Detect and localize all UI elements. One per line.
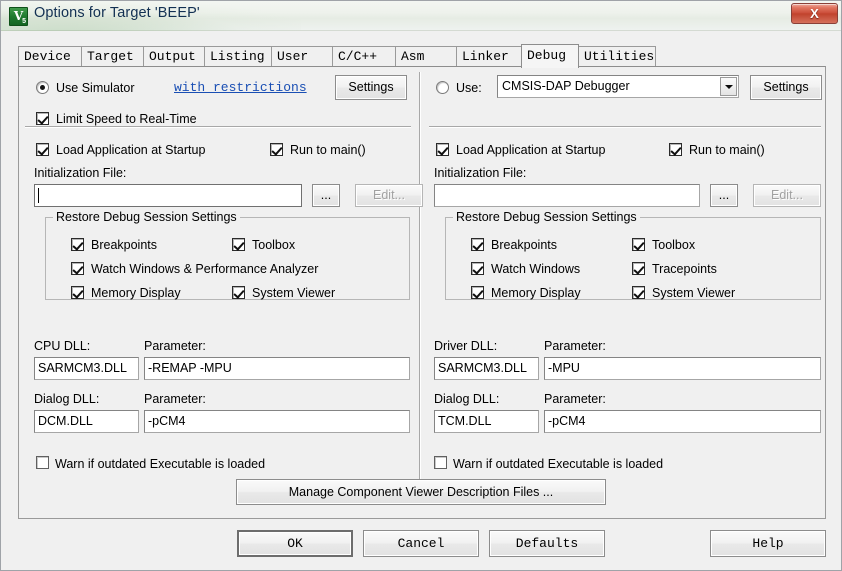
tab-debug[interactable]: Debug — [521, 44, 579, 68]
left-warn-outdated-checkbox[interactable] — [36, 456, 49, 469]
left-run-to-main-label: Run to main() — [290, 143, 366, 157]
right-system-viewer-checkbox[interactable] — [632, 286, 645, 299]
driver-param-label: Parameter: — [544, 339, 606, 353]
right-watch-windows-label: Watch Windows — [491, 262, 581, 276]
tab-utilities[interactable]: Utilities — [578, 46, 656, 67]
right-breakpoints-checkbox[interactable] — [471, 238, 484, 251]
tab-c-cpp[interactable]: C/C++ — [332, 46, 396, 67]
left-init-file-label: Initialization File: — [34, 166, 127, 180]
left-memory-display-checkbox[interactable] — [71, 286, 84, 299]
right-tracepoints-checkbox[interactable] — [632, 262, 645, 275]
debugger-settings-button[interactable]: Settings — [750, 75, 822, 100]
cpu-dll-label: CPU DLL: — [34, 339, 91, 353]
right-init-file-input[interactable] — [434, 184, 700, 207]
right-divider-1 — [429, 126, 821, 128]
limit-speed-label: Limit Speed to Real-Time — [56, 112, 197, 126]
cpu-param-label: Parameter: — [144, 339, 206, 353]
left-breakpoints-label: Breakpoints — [91, 238, 158, 252]
cancel-button[interactable]: Cancel — [363, 530, 479, 557]
left-init-file-caret — [38, 188, 39, 203]
left-load-app-checkbox[interactable] — [36, 143, 49, 156]
right-init-file-label: Initialization File: — [434, 166, 527, 180]
right-tracepoints-label: Tracepoints — [652, 262, 717, 276]
options-dialog: V 5 Options for Target 'BEEP' X Device T… — [0, 0, 842, 571]
debug-tab-page: Use Simulator with restrictions Settings… — [18, 66, 826, 519]
right-watch-windows-checkbox[interactable] — [471, 262, 484, 275]
left-system-viewer-label: System Viewer — [252, 286, 336, 300]
tab-user[interactable]: User — [271, 46, 333, 67]
left-load-app-label: Load Application at Startup — [56, 143, 206, 157]
right-restore-session-title: Restore Debug Session Settings — [453, 210, 640, 224]
right-memory-display-label: Memory Display — [491, 286, 581, 300]
tab-listing[interactable]: Listing — [204, 46, 272, 67]
left-toolbox-label: Toolbox — [252, 238, 296, 252]
left-init-file-input[interactable] — [34, 184, 302, 207]
right-memory-display-checkbox[interactable] — [471, 286, 484, 299]
left-edit-button[interactable]: Edit... — [355, 184, 423, 207]
use-debugger-label: Use: — [456, 81, 482, 95]
left-breakpoints-checkbox[interactable] — [71, 238, 84, 251]
left-restore-session-title: Restore Debug Session Settings — [53, 210, 240, 224]
limit-speed-checkbox[interactable] — [36, 112, 49, 125]
left-dialog-param-input[interactable]: -pCM4 — [144, 410, 410, 433]
tab-linker[interactable]: Linker — [456, 46, 522, 67]
window-title: Options for Target 'BEEP' — [34, 5, 200, 21]
cpu-dll-input[interactable]: SARMCM3.DLL — [34, 357, 139, 380]
debugger-select[interactable]: CMSIS-DAP Debugger — [497, 75, 739, 98]
right-run-to-main-checkbox[interactable] — [669, 143, 682, 156]
right-load-app-label: Load Application at Startup — [456, 143, 606, 157]
driver-param-input[interactable]: -MPU — [544, 357, 821, 380]
left-watch-windows-checkbox[interactable] — [71, 262, 84, 275]
driver-dll-label: Driver DLL: — [434, 339, 498, 353]
cpu-param-input[interactable]: -REMAP -MPU — [144, 357, 410, 380]
close-icon: X — [810, 6, 819, 21]
tab-device[interactable]: Device — [18, 46, 82, 67]
right-browse-button[interactable]: ... — [710, 184, 738, 207]
tab-strip: Device Target Output Listing User C/C++ … — [18, 44, 826, 68]
use-simulator-label: Use Simulator — [56, 81, 135, 95]
tab-target[interactable]: Target — [81, 46, 144, 67]
with-restrictions-link[interactable]: with restrictions — [174, 81, 307, 95]
left-memory-display-label: Memory Display — [91, 286, 181, 300]
left-system-viewer-checkbox[interactable] — [232, 286, 245, 299]
left-dialog-dll-label: Dialog DLL: — [34, 392, 100, 406]
title-bar: V 5 Options for Target 'BEEP' X — [1, 1, 841, 31]
panel-divider — [419, 72, 421, 484]
left-browse-button[interactable]: ... — [312, 184, 340, 207]
right-toolbox-label: Toolbox — [652, 238, 696, 252]
close-button[interactable]: X — [791, 3, 838, 24]
tab-output[interactable]: Output — [143, 46, 205, 67]
uvision-app-icon: V 5 — [9, 7, 28, 26]
right-system-viewer-label: System Viewer — [652, 286, 736, 300]
right-dialog-param-label: Parameter: — [544, 392, 606, 406]
right-warn-outdated-label: Warn if outdated Executable is loaded — [453, 457, 664, 471]
right-warn-outdated-checkbox[interactable] — [434, 456, 447, 469]
right-toolbox-checkbox[interactable] — [632, 238, 645, 251]
left-dialog-dll-input[interactable]: DCM.DLL — [34, 410, 139, 433]
use-simulator-radio[interactable] — [36, 81, 49, 94]
uvision-icon-version: 5 — [22, 18, 26, 25]
manage-component-viewer-button[interactable]: Manage Component Viewer Description File… — [236, 479, 606, 505]
right-dialog-param-input[interactable]: -pCM4 — [544, 410, 821, 433]
left-toolbox-checkbox[interactable] — [232, 238, 245, 251]
left-watch-windows-label: Watch Windows & Performance Analyzer — [91, 262, 319, 276]
left-warn-outdated-label: Warn if outdated Executable is loaded — [55, 457, 266, 471]
right-edit-button[interactable]: Edit... — [753, 184, 821, 207]
driver-dll-input[interactable]: SARMCM3.DLL — [434, 357, 539, 380]
right-dialog-dll-label: Dialog DLL: — [434, 392, 500, 406]
right-breakpoints-label: Breakpoints — [491, 238, 558, 252]
simulator-settings-button[interactable]: Settings — [335, 75, 407, 100]
use-debugger-radio[interactable] — [436, 81, 449, 94]
ok-button[interactable]: OK — [237, 530, 353, 557]
chevron-down-icon[interactable] — [720, 77, 737, 96]
defaults-button[interactable]: Defaults — [489, 530, 605, 557]
right-dialog-dll-input[interactable]: TCM.DLL — [434, 410, 539, 433]
left-run-to-main-checkbox[interactable] — [270, 143, 283, 156]
help-button[interactable]: Help — [710, 530, 826, 557]
right-load-app-checkbox[interactable] — [436, 143, 449, 156]
left-dialog-param-label: Parameter: — [144, 392, 206, 406]
left-divider-1 — [25, 126, 411, 128]
tab-asm[interactable]: Asm — [395, 46, 457, 67]
right-run-to-main-label: Run to main() — [689, 143, 765, 157]
